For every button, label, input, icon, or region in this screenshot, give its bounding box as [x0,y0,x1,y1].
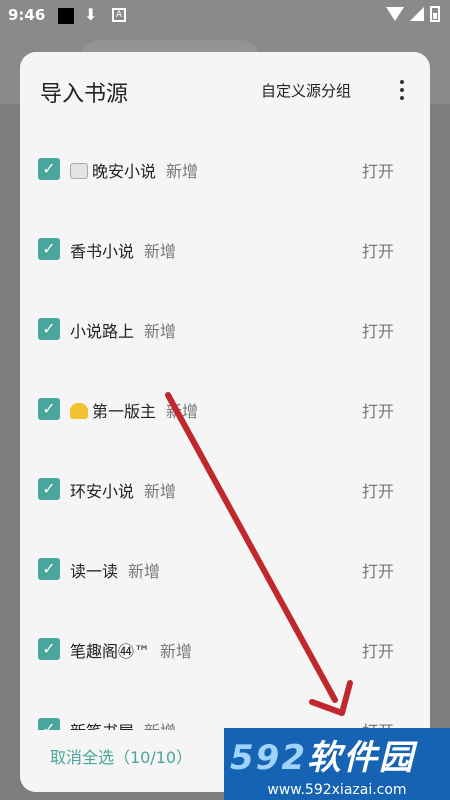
source-name: 环安小说 [70,482,135,501]
source-name: 小说路上 [70,322,135,341]
checkbox[interactable]: ✓ [38,398,60,420]
checkbox[interactable]: ✓ [38,718,60,730]
list-item[interactable]: ✓ 笔趣阁㊹™ 新增 打开 [20,610,430,690]
list-item[interactable]: ✓ 小说路上 新增 打开 [20,290,430,370]
checkbox[interactable]: ✓ [38,158,60,180]
watermark-number: 592 [230,738,307,778]
source-name: 笔趣阁㊹™ [70,642,151,661]
newspaper-icon [70,163,88,179]
deselect-all-button[interactable]: 取消全选（10/10） [50,744,192,768]
a-box-icon: A [112,8,126,22]
notification-square-icon [58,8,74,24]
source-name: 第一版主 [92,402,157,421]
source-tag: 新增 [144,722,176,730]
checkbox[interactable]: ✓ [38,558,60,580]
open-button[interactable]: 打开 [362,558,394,582]
source-name: 读一读 [70,562,119,581]
checkbox[interactable]: ✓ [38,238,60,260]
status-bar: 9:46 ⬇ A [0,0,450,32]
list-item[interactable]: ✓ 新笔书屋新增 打开 [20,690,430,730]
source-tag: 新增 [144,242,177,261]
list-item[interactable]: ✓ 第一版主 新增 打开 [20,370,430,450]
watermark-url: www.592xiazai.com [267,782,407,798]
dialog-title: 导入书源 [40,82,129,107]
watermark-brand: 软件园 [306,738,415,778]
open-button[interactable]: 打开 [362,318,394,342]
taxi-icon [70,403,88,419]
import-source-dialog: 导入书源 自定义源分组 ✓ 晚安小说 新增 打开 ✓ 香书小说 新增 打开 ✓ 小说… [20,52,430,792]
open-button[interactable]: 打开 [362,638,394,662]
custom-group-button[interactable]: 自定义源分组 [261,80,351,101]
open-button[interactable]: 打开 [362,158,394,182]
source-tag: 新增 [144,322,177,341]
checkbox[interactable]: ✓ [38,638,60,660]
source-tag: 新增 [144,482,177,501]
source-tag: 新增 [128,562,161,581]
list-item[interactable]: ✓ 读一读 新增 打开 [20,530,430,610]
signal-icon [410,7,424,21]
battery-icon [430,6,440,22]
source-tag: 新增 [166,402,199,421]
source-list[interactable]: ✓ 晚安小说 新增 打开 ✓ 香书小说 新增 打开 ✓ 小说路上 新增 打开 ✓ 第一… [20,130,430,730]
source-name: 香书小说 [70,242,135,261]
source-tag: 新增 [160,642,193,661]
status-time: 9:46 [8,6,46,24]
checkbox[interactable]: ✓ [38,478,60,500]
source-name: 晚安小说 [92,162,157,181]
watermark-logo: 592软件园 www.592xiazai.com [224,728,450,800]
list-item[interactable]: ✓ 香书小说 新增 打开 [20,210,430,290]
list-item[interactable]: ✓ 晚安小说 新增 打开 [20,130,430,210]
checkbox[interactable]: ✓ [38,318,60,340]
download-icon: ⬇ [84,5,98,24]
more-vertical-icon[interactable] [393,78,411,104]
open-button[interactable]: 打开 [362,478,394,502]
open-button[interactable]: 打开 [362,238,394,262]
list-item[interactable]: ✓ 环安小说 新增 打开 [20,450,430,530]
source-name: 新笔书屋 [70,722,134,730]
source-tag: 新增 [166,162,199,181]
wifi-icon [386,7,404,21]
open-button[interactable]: 打开 [362,398,394,422]
